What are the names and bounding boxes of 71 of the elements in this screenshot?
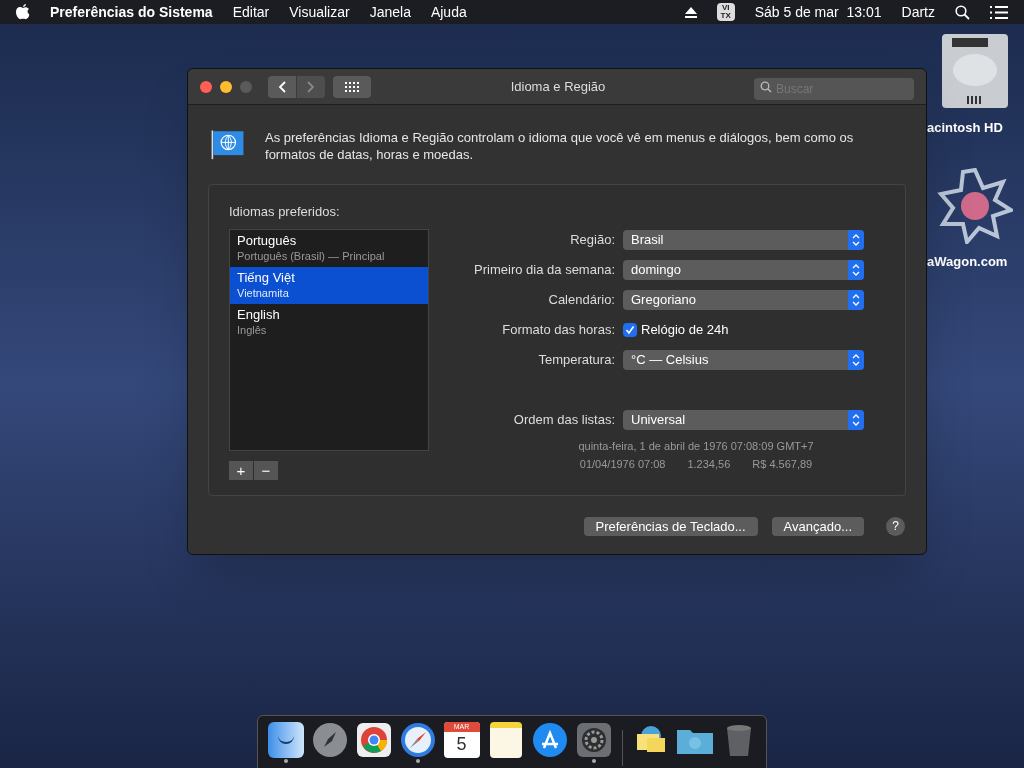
menu-icon[interactable] — [990, 5, 1008, 19]
chevron-right-icon — [307, 80, 315, 93]
window-title: Idioma e Região — [509, 77, 607, 96]
setting-label: Formato das horas: — [501, 321, 615, 340]
gear-icon[interactable] — [575, 722, 612, 758]
apple-logo-icon[interactable] — [16, 4, 30, 20]
hard-drive-icon[interactable] — [940, 32, 1010, 110]
setting-label: Primeiro dia da semana: — [473, 261, 615, 280]
checkbox-box[interactable] — [623, 323, 637, 337]
calendar-day: 5 — [456, 732, 467, 756]
grid-icon — [345, 81, 359, 92]
stepper-icon — [848, 350, 864, 370]
checkbox[interactable]: Relógio de 24h — [623, 320, 729, 340]
stepper-icon — [848, 230, 864, 250]
search-icon — [760, 80, 772, 93]
advanced-button[interactable]: Avançado... — [771, 517, 864, 536]
remove-button[interactable]: − — [254, 460, 278, 480]
languages-label: Idiomas preferidos: — [229, 203, 341, 221]
popup-menu[interactable]: °C — Celsius — [623, 350, 864, 370]
sample-date: quinta-feira, 1 de abril de 1976 07:08:09 GMT+7 — [577, 439, 815, 454]
sample-value: 01/04/1976 07:08 — [579, 456, 666, 472]
language-detail: Português (Brasil) — Principal — [237, 248, 386, 263]
compass-icon[interactable] — [399, 722, 436, 758]
intro-text: As preferências Idioma e Região controlam o idioma que você vê em menus e diálogos, bem como os formatos de datas, horas e moedas. — [265, 129, 855, 163]
browser-icon[interactable] — [355, 722, 392, 758]
popup-menu[interactable]: Gregoriano — [623, 290, 864, 310]
app-menu[interactable]: Preferências do Sistema — [50, 1, 213, 23]
sample-value: R$ 4.567,89 — [752, 456, 813, 472]
menu-item[interactable]: Editar — [232, 1, 270, 23]
language-detail: Vietnamita — [237, 285, 290, 300]
language-item[interactable]: English Inglês — [230, 303, 428, 341]
user-name[interactable]: Dartz — [901, 1, 935, 23]
sample-value: 1.234,56 — [687, 456, 731, 472]
stepper-icon — [848, 260, 864, 280]
clock[interactable]: Sáb 5 de mar 13:01 — [754, 1, 882, 23]
language-detail: Inglês — [237, 322, 268, 337]
popup-menu[interactable]: Brasil — [623, 230, 864, 250]
popup-menu[interactable]: domingo — [623, 260, 864, 280]
language-name: Português — [237, 231, 298, 249]
help-button[interactable]: ? — [886, 517, 905, 536]
popup-menu[interactable]: Universal — [623, 410, 864, 430]
input-source-icon[interactable]: VI TX — [716, 3, 735, 21]
language-item[interactable]: Português Português (Brasil) — Principal — [230, 229, 428, 267]
setting-label: Ordem das listas: — [512, 411, 615, 430]
ornament-icon[interactable] — [937, 168, 1013, 244]
finder-icon[interactable] — [267, 722, 304, 758]
stepper-icon — [848, 290, 864, 310]
setting-label: Calendário: — [547, 291, 615, 310]
language-name: Tiếng Việt — [237, 268, 296, 286]
eject-icon[interactable] — [684, 6, 697, 18]
setting-label: Temperatura: — [537, 351, 615, 370]
back-button[interactable] — [268, 75, 296, 98]
stepper-icon — [848, 410, 864, 430]
minimize-button[interactable] — [220, 80, 232, 93]
desktop-icon-label[interactable]: aWagon.com — [926, 252, 1008, 272]
chevron-left-icon — [278, 80, 286, 93]
notepad-icon[interactable] — [489, 722, 522, 758]
show-all-button[interactable] — [333, 75, 371, 98]
desktop-icon-label[interactable]: acintosh HD — [926, 118, 1003, 138]
menu-item[interactable]: Ajuda — [430, 1, 467, 23]
menu-item[interactable]: Janela — [369, 1, 411, 23]
add-button[interactable]: + — [229, 460, 253, 480]
setting-label: Região: — [569, 231, 615, 250]
rocket-icon[interactable] — [311, 722, 348, 758]
close-button[interactable] — [200, 80, 212, 93]
menu-item[interactable]: Visualizar — [289, 1, 350, 23]
language-item[interactable]: Tiếng Việt Vietnamita — [230, 266, 428, 304]
search-icon[interactable] — [955, 4, 970, 20]
keyboard-preferences-button[interactable]: Preferências de Teclado... — [583, 517, 758, 536]
app-store-icon[interactable] — [531, 722, 568, 758]
language-name: English — [237, 305, 281, 323]
